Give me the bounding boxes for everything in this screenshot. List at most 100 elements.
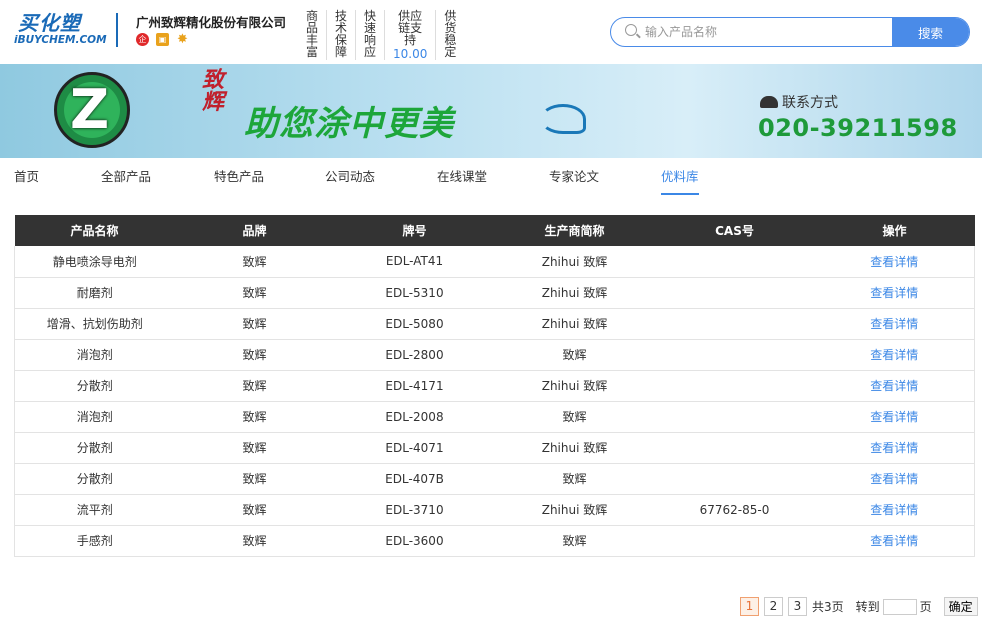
view-details-link[interactable]: 查看详情 <box>870 255 918 269</box>
service-features: 商品丰富 技术保障 快速响应 供应链支持 10.00 供货稳定 <box>298 10 464 60</box>
action-cell: 查看详情 <box>814 525 975 557</box>
table-cell: 67762-85-0 <box>654 494 815 526</box>
feature-label: 商品丰富 <box>306 9 319 59</box>
goto-page-input[interactable] <box>882 598 917 615</box>
logo-text-cn: 买化塑 <box>18 11 81 35</box>
table-cell: 致辉 <box>174 401 335 433</box>
company-badges: 企 ▣ ✸ <box>136 33 189 46</box>
table-cell: Zhihui 致辉 <box>494 494 655 526</box>
feature-item: 供货稳定 <box>435 10 464 60</box>
action-cell: 查看详情 <box>814 277 975 309</box>
table-row: 分散剂 致辉 EDL-407B 致辉 查看详情 <box>14 463 975 495</box>
table-cell: 增滑、抗划伤助剂 <box>14 308 175 340</box>
view-details-link[interactable]: 查看详情 <box>870 441 918 455</box>
view-details-link[interactable]: 查看详情 <box>870 348 918 362</box>
table-row: 静电喷涂导电剂 致辉 EDL-AT41 Zhihui 致辉 查看详情 <box>14 246 975 278</box>
table-cell <box>654 525 815 557</box>
company-name: 广州致辉精化股份有限公司 <box>136 15 287 30</box>
action-cell: 查看详情 <box>814 246 975 278</box>
table-cell: Zhihui 致辉 <box>494 370 655 402</box>
action-cell: 查看详情 <box>814 463 975 495</box>
table-cell <box>654 463 815 495</box>
table-cell: 致辉 <box>174 308 335 340</box>
nav-item[interactable]: 在线课堂 <box>437 166 487 193</box>
table-cell: 静电喷涂导电剂 <box>14 246 175 278</box>
column-header: 产品名称 <box>14 215 175 246</box>
banner-brand: 致辉 <box>202 68 225 115</box>
table-cell: 手感剂 <box>14 525 175 557</box>
nav-item[interactable]: 全部产品 <box>101 166 151 193</box>
table-cell: EDL-3710 <box>334 494 495 526</box>
table-row: 消泡剂 致辉 EDL-2008 致辉 查看详情 <box>14 401 975 433</box>
nav-item[interactable]: 特色产品 <box>214 166 264 193</box>
table-cell: 分散剂 <box>14 463 175 495</box>
search-input[interactable] <box>645 18 895 46</box>
table-cell: 致辉 <box>174 277 335 309</box>
page-unit-label: 页 <box>919 600 932 614</box>
nav-item[interactable]: 首页 <box>14 166 39 193</box>
table-row: 流平剂 致辉 EDL-3710 Zhihui 致辉 67762-85-0 查看详情 <box>14 494 975 526</box>
table-cell <box>654 370 815 402</box>
brand-logo-icon: Z <box>54 72 130 148</box>
column-header: CAS号 <box>654 215 815 246</box>
table-row: 增滑、抗划伤助剂 致辉 EDL-5080 Zhihui 致辉 查看详情 <box>14 308 975 340</box>
table-cell: 致辉 <box>174 339 335 371</box>
action-cell: 查看详情 <box>814 370 975 402</box>
banner-slogan: 助您涂中更美 <box>244 104 454 144</box>
table-cell: 消泡剂 <box>14 339 175 371</box>
table-row: 分散剂 致辉 EDL-4071 Zhihui 致辉 查看详情 <box>14 432 975 464</box>
phone-icon <box>760 96 778 108</box>
table-cell: 致辉 <box>494 401 655 433</box>
view-details-link[interactable]: 查看详情 <box>870 317 918 331</box>
table-cell: 耐磨剂 <box>14 277 175 309</box>
action-cell: 查看详情 <box>814 308 975 340</box>
search-button[interactable]: 搜索 <box>892 18 969 46</box>
site-logo[interactable]: 买化塑 iBUYCHEM.COM <box>14 11 107 48</box>
feature-item: 供应链支持 10.00 <box>384 10 435 60</box>
pagination: 1 2 3 共3页 转到 页确定 <box>740 597 978 616</box>
view-details-link[interactable]: 查看详情 <box>870 286 918 300</box>
column-header: 品牌 <box>174 215 335 246</box>
nav-item[interactable]: 公司动态 <box>325 166 375 193</box>
table-cell: 致辉 <box>494 525 655 557</box>
table-cell <box>654 277 815 309</box>
page-number-button[interactable]: 1 <box>740 597 759 616</box>
nav-item[interactable]: 优料库 <box>661 166 699 195</box>
table-cell: 分散剂 <box>14 432 175 464</box>
table-cell: Zhihui 致辉 <box>494 432 655 464</box>
view-details-link[interactable]: 查看详情 <box>870 472 918 486</box>
view-details-link[interactable]: 查看详情 <box>870 410 918 424</box>
table-cell: 分散剂 <box>14 370 175 402</box>
logo-divider <box>116 13 118 47</box>
action-cell: 查看详情 <box>814 339 975 371</box>
action-cell: 查看详情 <box>814 401 975 433</box>
certificate-badge-icon: ▣ <box>156 33 169 46</box>
goto-confirm-button[interactable]: 确定 <box>943 597 978 616</box>
table-cell: EDL-AT41 <box>334 246 495 278</box>
feature-label: 供应链支持 <box>398 9 423 47</box>
view-details-link[interactable]: 查看详情 <box>870 534 918 548</box>
product-table: 产品名称 品牌 牌号 生产商简称 CAS号 操作 静电喷涂导电剂 致辉 EDL-AT41 Zhi… <box>14 215 975 557</box>
search-icon <box>625 24 637 36</box>
table-cell: 致辉 <box>174 525 335 557</box>
column-header: 生产商简称 <box>494 215 655 246</box>
swirl-decoration <box>540 104 586 134</box>
product-table-wrapper: 产品名称 品牌 牌号 生产商简称 CAS号 操作 静电喷涂导电剂 致辉 EDL-AT41 Zhi… <box>14 215 975 557</box>
nav-item[interactable]: 专家论文 <box>549 166 599 193</box>
table-row: 分散剂 致辉 EDL-4171 Zhihui 致辉 查看详情 <box>14 370 975 402</box>
page-number-button[interactable]: 2 <box>764 597 783 616</box>
page-number-button[interactable]: 3 <box>788 597 807 616</box>
table-body: 静电喷涂导电剂 致辉 EDL-AT41 Zhihui 致辉 查看详情 耐磨剂 致辉 EDL-5… <box>14 246 975 557</box>
table-cell: 消泡剂 <box>14 401 175 433</box>
feature-item: 商品丰富 <box>298 10 326 60</box>
enterprise-badge-icon: 企 <box>136 33 149 46</box>
table-cell: 致辉 <box>174 463 335 495</box>
table-cell <box>654 432 815 464</box>
table-cell <box>654 246 815 278</box>
feature-label: 快速响应 <box>364 9 377 59</box>
view-details-link[interactable]: 查看详情 <box>870 379 918 393</box>
view-details-link[interactable]: 查看详情 <box>870 503 918 517</box>
shop-nav: 首页 全部产品 特色产品 公司动态 在线课堂 专家论文 优料库 <box>0 158 982 195</box>
table-cell: EDL-5080 <box>334 308 495 340</box>
table-cell: EDL-2008 <box>334 401 495 433</box>
